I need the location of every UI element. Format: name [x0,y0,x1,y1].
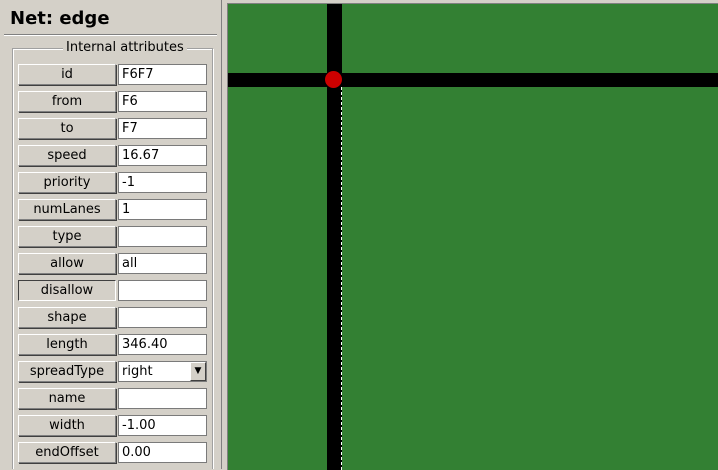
attr-label-type: type [18,226,116,247]
attr-field-to[interactable]: F7 [118,118,207,139]
attr-label-priority: priority [18,172,116,193]
attr-label-to: to [18,118,116,139]
attr-row-priority: priority -1 [18,171,208,198]
attr-label-speed: speed [18,145,116,166]
attr-field-name[interactable] [118,388,207,409]
disallow-button[interactable]: disallow [18,280,116,301]
attr-field-allow[interactable]: all [118,253,207,274]
attr-label-id: id [18,64,116,85]
attr-field-id[interactable]: F6F7 [118,64,207,85]
panel-title: Net: edge [10,8,110,29]
attr-field-speed[interactable]: 16.67 [118,145,207,166]
attribute-inspector-panel: Net: edge Internal attributes id F6F7 fr… [0,0,222,469]
attr-row-id: id F6F7 [18,63,208,90]
lane-divider-line [341,87,342,470]
attr-field-endoffset[interactable]: 0.00 [118,442,207,463]
attr-row-name: name [18,387,208,414]
attr-row-from: from F6 [18,90,208,117]
attr-field-numlanes[interactable]: 1 [118,199,207,220]
attr-label-length: length [18,334,116,355]
attr-row-spreadtype: spreadType right ▼ [18,360,208,387]
network-view-canvas[interactable] [227,3,718,470]
allow-button[interactable]: allow [18,253,116,274]
attr-row-disallow: disallow [18,279,208,306]
spreadtype-selected-value: right [122,364,153,379]
spreadtype-select[interactable]: right ▼ [118,361,207,382]
attr-label-shape: shape [18,307,116,328]
junction-marker[interactable] [325,71,342,88]
attr-row-shape: shape [18,306,208,333]
horizontal-road-edge[interactable] [228,73,718,87]
attr-row-to: to F7 [18,117,208,144]
attr-label-spreadtype: spreadType [18,361,116,382]
attr-row-type: type [18,225,208,252]
attr-row-length: length 346.40 [18,333,208,360]
attr-row-endoffset: endOffset 0.00 [18,441,208,468]
attr-field-disallow[interactable] [118,280,207,301]
group-label: Internal attributes [63,40,187,56]
attr-field-width[interactable]: -1.00 [118,415,207,436]
attr-label-endoffset: endOffset [18,442,116,463]
attr-label-numlanes: numLanes [18,199,116,220]
attr-row-width: width -1.00 [18,414,208,441]
attr-row-allow: allow all [18,252,208,279]
attr-field-type[interactable] [118,226,207,247]
attr-label-width: width [18,415,116,436]
internal-attributes-group: Internal attributes id F6F7 from F6 to F… [12,40,213,469]
dropdown-arrow-icon[interactable]: ▼ [190,362,206,381]
attr-field-priority[interactable]: -1 [118,172,207,193]
title-separator [4,34,217,36]
attr-label-name: name [18,388,116,409]
attr-label-from: from [18,91,116,112]
attr-row-numlanes: numLanes 1 [18,198,208,225]
attr-row-speed: speed 16.67 [18,144,208,171]
attr-field-length[interactable]: 346.40 [118,334,207,355]
attr-field-from[interactable]: F6 [118,91,207,112]
attr-field-shape[interactable] [118,307,207,328]
